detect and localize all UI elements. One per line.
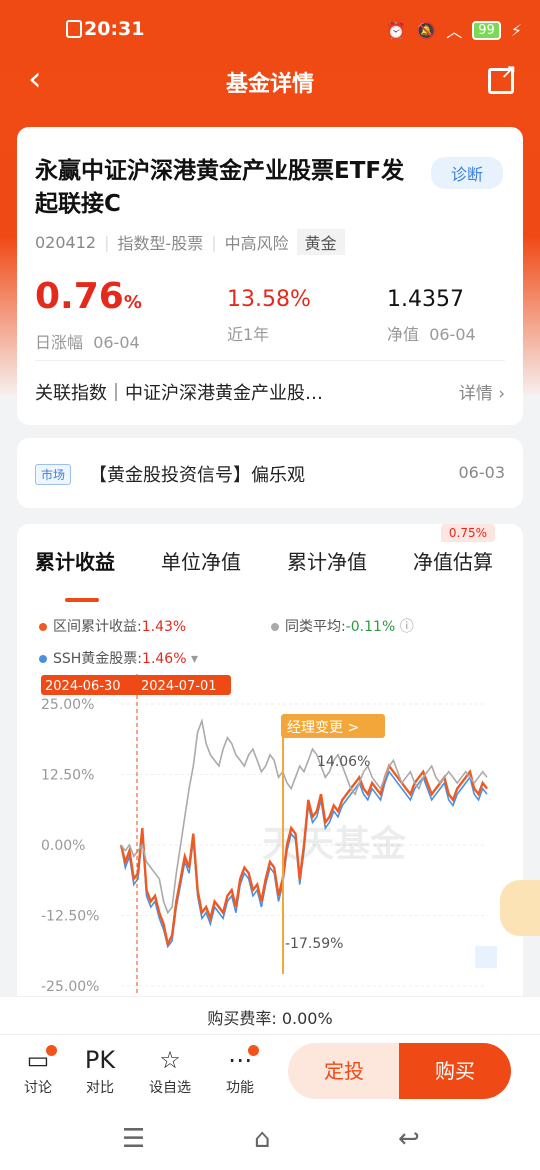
expand-icon[interactable] [475, 946, 497, 968]
function-button[interactable]: ⋯ 功能 [215, 1043, 265, 1097]
return-chart[interactable]: 25.00%12.50%0.00%-12.50%-25.00% 天天基金 202… [17, 674, 523, 994]
y-tick-label: -12.50% [41, 909, 99, 925]
fund-type: 指数型-股票 [117, 234, 204, 253]
chevron-down-icon: ▾ [190, 651, 198, 667]
fund-sector-tag[interactable]: 黄金 [296, 229, 345, 255]
date-end: 2024-07-01 [141, 679, 217, 694]
legend-index[interactable]: SSH黄金股票:1.46% ▾ [39, 648, 198, 668]
chart-tabs: 累计收益 单位净值 累计净值 净值估算 [17, 546, 523, 602]
tab-underline [65, 598, 99, 602]
more-icon: ⋯ [215, 1043, 265, 1077]
compare-button[interactable]: PK 对比 [75, 1043, 125, 1097]
tab-unit-nav[interactable]: 单位净值 [161, 546, 241, 575]
system-nav-bar: ☰ ⌂ ↩ [0, 1110, 540, 1170]
tab-accum-nav[interactable]: 累计净值 [287, 546, 367, 575]
status-right: ⏰ 🔕 ︿ 99 ⚡ [386, 18, 522, 42]
fund-summary-card: 永赢中证沪深港黄金产业股票ETF发起联接C 诊断 020412 | 指数型-股票… [17, 127, 523, 425]
related-index-row[interactable]: 关联指数｜中证沪深港黄金产业股… 详情 › [35, 379, 505, 405]
min-marker-label: -17.59% [285, 936, 343, 952]
star-plus-icon: ☆ [159, 1046, 181, 1074]
diagnose-button[interactable]: 诊断 [430, 157, 503, 189]
daily-change-value: 0.76 [35, 276, 124, 317]
charging-icon: ⚡ [510, 20, 522, 40]
chat-icon: ▭ [13, 1043, 63, 1077]
tab-nav-estimate[interactable]: 净值估算 [413, 546, 493, 575]
chart-card: 累计收益 单位净值 累计净值 净值估算 0.75% 区间累计收益:1.43% 同… [17, 524, 523, 1014]
y-tick-label: 12.50% [41, 768, 94, 784]
news-date: 06-03 [458, 463, 506, 482]
legend-cumulative: 区间累计收益:1.43% [39, 616, 186, 636]
news-card[interactable]: 市场 【黄金股投资信号】偏乐观 06-03 [17, 438, 523, 508]
nav-value-number: 1.4357 [387, 287, 464, 312]
page-title: 基金详情 [225, 72, 314, 97]
tab-cumulative[interactable]: 累计收益 [35, 546, 115, 575]
fund-code: 020412 [35, 232, 97, 252]
pk-icon: PK [84, 1046, 116, 1074]
market-tag: 市场 [35, 464, 72, 485]
divider [35, 360, 505, 361]
mascot-float-icon[interactable] [500, 880, 540, 936]
index-detail-link[interactable]: 详情 › [459, 379, 505, 404]
fee-label: 购买费率: [207, 1009, 277, 1028]
notification-icon [66, 20, 82, 38]
series-line-1 [120, 717, 488, 915]
y-tick-label: -25.00% [41, 979, 99, 994]
y-tick-label: 25.00% [41, 697, 94, 713]
y-tick-label: 0.00% [41, 838, 85, 854]
fee-value: 0.00% [281, 1009, 333, 1028]
fund-name: 永赢中证沪深港黄金产业股票ETF发起联接C [35, 158, 405, 217]
status-bar: 20:31 ⏰ 🔕 ︿ 99 ⚡ [0, 0, 540, 56]
discuss-button[interactable]: ▭ 讨论 [13, 1043, 63, 1097]
fund-risk: 中高风险 [224, 234, 289, 253]
fee-bar: 购买费率: 0.00% [0, 996, 540, 1034]
fund-tags: 020412 | 指数型-股票 | 中高风险 黄金 [35, 229, 345, 255]
battery-icon: 99 [472, 20, 501, 40]
buy-button[interactable]: 购买 [399, 1043, 511, 1099]
legend-peer-average: 同类平均:-0.11% ⓘ [271, 616, 414, 636]
news-title[interactable]: 【黄金股投资信号】偏乐观 [89, 461, 305, 487]
manager-change-label: 经理变更 > [287, 720, 359, 736]
info-icon[interactable]: ⓘ [400, 619, 414, 635]
bottom-action-bar: ▭ 讨论 PK 对比 ☆ 设自选 ⋯ 功能 定投 购买 [0, 1034, 540, 1110]
mute-icon: 🔕 [416, 20, 437, 40]
max-marker-label: 14.06% [317, 754, 370, 770]
daily-change: 0.76% 日涨幅 06-04 [35, 276, 142, 353]
home-icon[interactable]: ⌂ [254, 1124, 271, 1154]
alarm-icon: ⏰ [386, 20, 407, 40]
related-index-label: 关联指数｜中证沪深港黄金产业股… [35, 383, 323, 404]
add-watchlist-button[interactable]: ☆ 设自选 [145, 1043, 195, 1097]
wifi-icon: ︿ [446, 22, 463, 41]
menu-icon[interactable]: ☰ [122, 1124, 145, 1154]
status-time: 20:31 [84, 18, 145, 40]
year-return: 13.58% 近1年 [227, 287, 311, 344]
back-icon[interactable]: ↩ [398, 1124, 420, 1154]
year-return-value: 13.58% [227, 287, 311, 312]
date-start: 2024-06-30 [45, 679, 121, 694]
estimate-badge: 0.75% [440, 524, 495, 542]
share-icon[interactable] [488, 59, 517, 94]
nav-bar: ‹ 基金详情 [0, 56, 540, 108]
nav-value: 1.4357 净值 06-04 [387, 287, 476, 344]
auto-invest-button[interactable]: 定投 [288, 1043, 400, 1099]
